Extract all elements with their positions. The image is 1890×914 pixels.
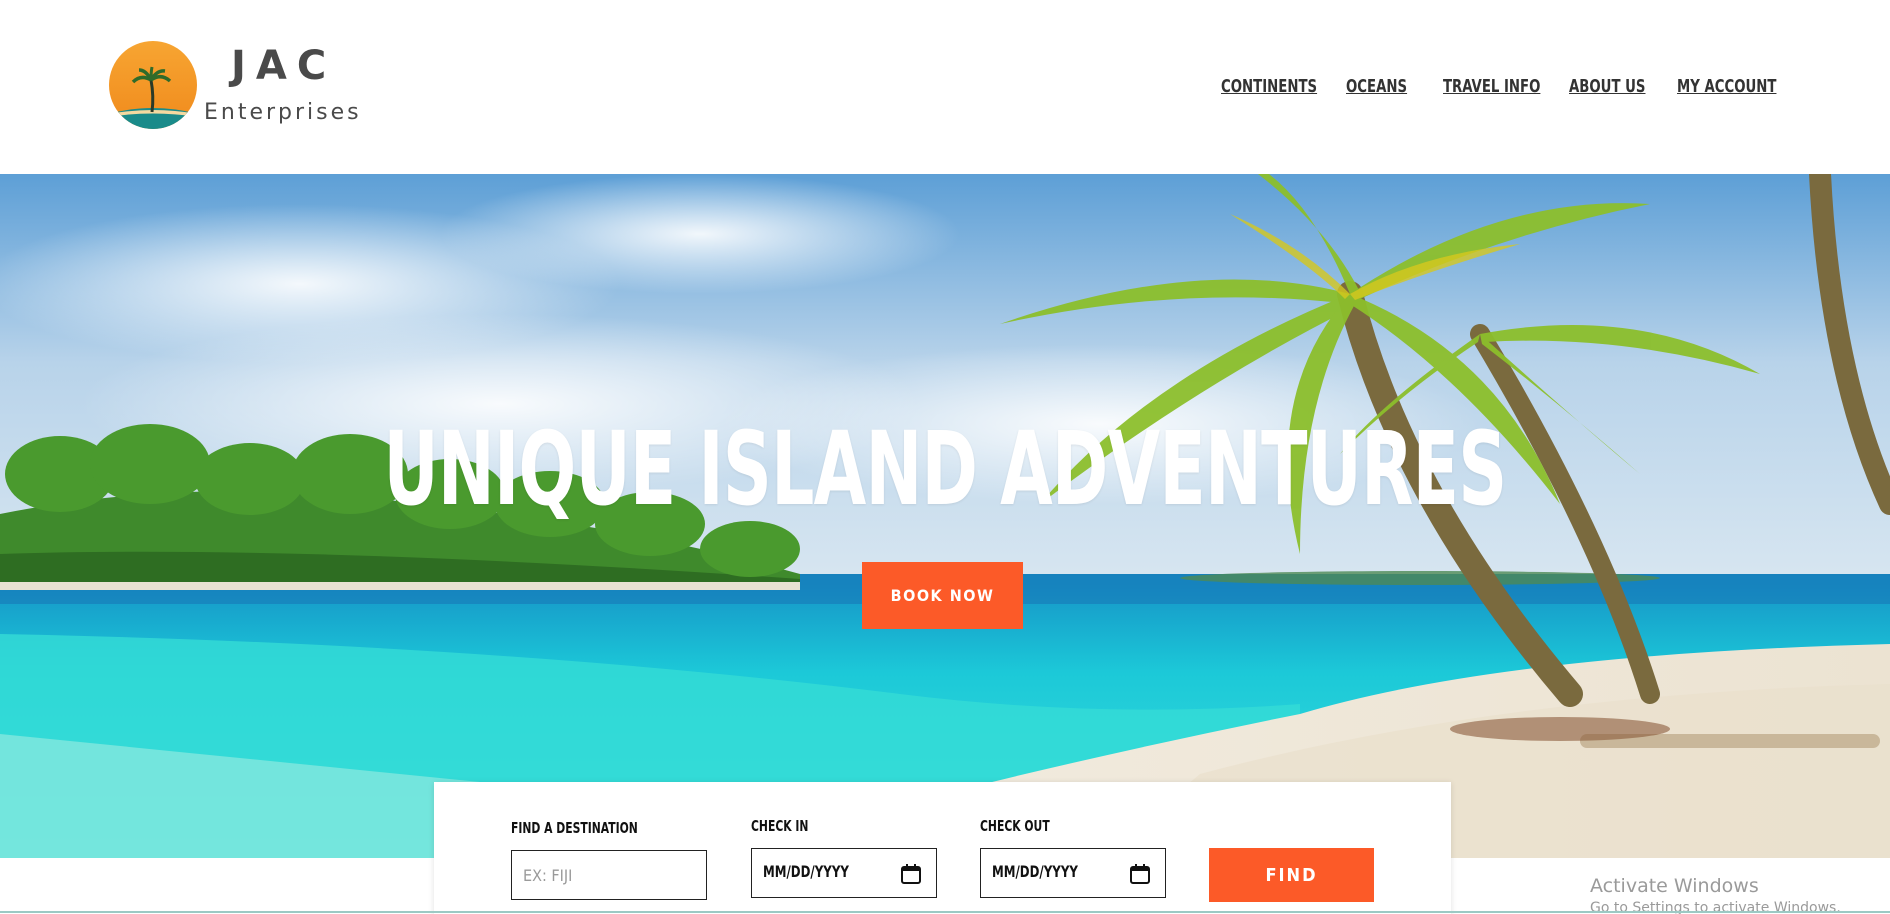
check-in-date-field[interactable]: MM/DD/YYYY [751, 848, 937, 898]
hero-title: UNIQUE ISLAND ADVENTURES [383, 410, 1508, 529]
check-out-date-field[interactable]: MM/DD/YYYY [980, 848, 1166, 898]
find-button[interactable]: FIND [1209, 848, 1374, 902]
destination-input[interactable] [511, 850, 707, 900]
booking-search-panel: FIND A DESTINATION CHECK IN MM/DD/YYYY C… [434, 782, 1451, 914]
main-nav: CONTINENTS OCEANS TRAVEL INFO ABOUT US M… [0, 76, 1890, 100]
calendar-icon[interactable] [900, 863, 922, 885]
nav-continents[interactable]: CONTINENTS [1221, 76, 1317, 97]
check-in-value: MM/DD/YYYY [763, 862, 849, 881]
site-header: JAC Enterprises CONTINENTS OCEANS TRAVEL… [0, 0, 1890, 174]
calendar-icon[interactable] [1129, 863, 1151, 885]
nav-oceans[interactable]: OCEANS [1346, 76, 1407, 97]
bottom-divider [0, 911, 1890, 913]
brand-tagline: Enterprises [204, 100, 362, 125]
book-now-button[interactable]: BOOK NOW [862, 562, 1023, 629]
nav-about-us[interactable]: ABOUT US [1569, 76, 1645, 97]
destination-label: FIND A DESTINATION [511, 819, 638, 837]
hero-banner: UNIQUE ISLAND ADVENTURES BOOK NOW [0, 174, 1890, 858]
check-out-label: CHECK OUT [980, 817, 1050, 835]
check-out-value: MM/DD/YYYY [992, 862, 1078, 881]
activate-windows-title: Activate Windows [1590, 875, 1759, 897]
nav-travel-info[interactable]: TRAVEL INFO [1443, 76, 1540, 97]
check-in-label: CHECK IN [751, 817, 809, 835]
nav-my-account[interactable]: MY ACCOUNT [1677, 76, 1776, 97]
